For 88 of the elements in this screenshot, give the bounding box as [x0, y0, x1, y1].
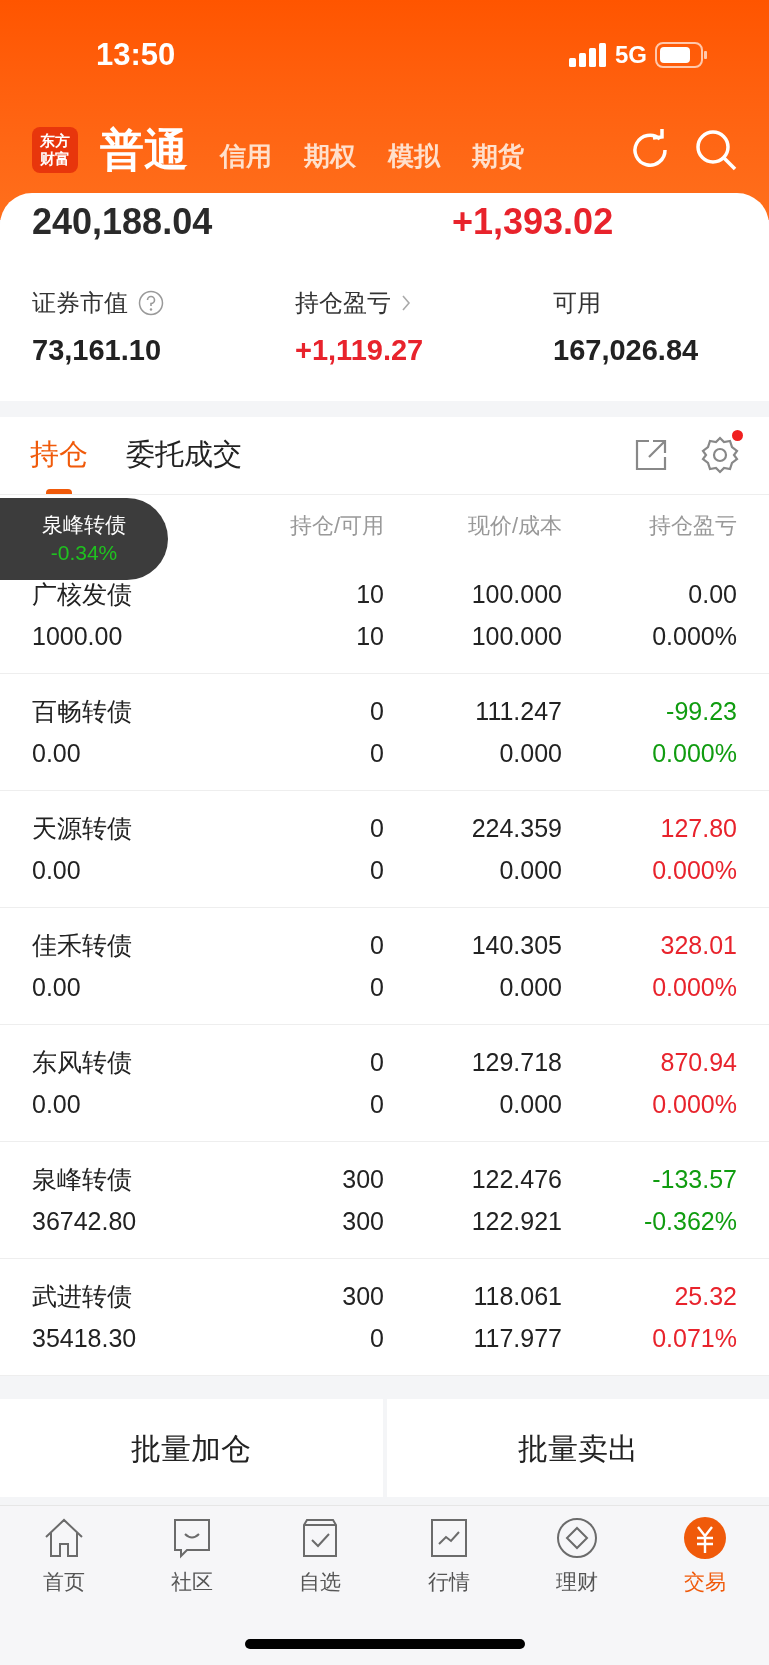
today-pnl: +1,393.02 [452, 200, 614, 244]
bond-name[interactable]: 天源转债 [32, 811, 232, 844]
section-tab[interactable]: 委托成交 [126, 416, 242, 494]
market-value-cell-text: 0.00 [32, 854, 82, 886]
stat-value: 167,026.84 [553, 333, 699, 368]
market-value-cell-text: 36742.80 [32, 1205, 138, 1237]
available-cell-text: 0 [369, 854, 384, 886]
stat-label: 持仓盈亏 [295, 288, 391, 318]
bond-name[interactable]: 泉峰转债 [32, 1162, 232, 1195]
bond-name[interactable]: 东风转债 [32, 1045, 232, 1078]
holding-cell-text: 0 [369, 695, 384, 727]
market-value-cell-text: 0.00 [32, 971, 82, 1003]
holding-cell-text: 10 [355, 578, 384, 610]
cost-cell-text: 0.000 [498, 737, 562, 769]
pnl-percent-cell-text: 0.000% [651, 1088, 737, 1120]
search-icon[interactable] [695, 129, 737, 171]
pnl-percent-cell-text: 0.000% [651, 854, 737, 886]
price-cell-text: 129.718 [470, 1046, 562, 1078]
bond-name[interactable]: 广核发债 [32, 577, 232, 610]
cost-cell-text: 0.000 [498, 971, 562, 1003]
column-header: 持仓盈亏 [648, 512, 737, 540]
batch-action-button[interactable]: 批量加仓 [0, 1399, 383, 1497]
network-label: 5G [615, 40, 647, 70]
pnl-cell-text: 870.94 [659, 1046, 737, 1078]
pnl-percent-cell-text: 0.000% [651, 971, 737, 1003]
pnl-cell-text: 25.32 [673, 1280, 737, 1312]
cost-cell-text: 122.921 [470, 1205, 562, 1237]
price-cell-text: 100.000 [470, 578, 562, 610]
stat-label: 证券市值 [32, 288, 128, 318]
pnl-cell-text: -99.23 [665, 695, 737, 727]
holding-cell-text: 300 [341, 1280, 384, 1312]
stat-label: 可用 [553, 288, 601, 318]
holding-cell-text: 300 [341, 1163, 384, 1195]
stat-value: 73,161.10 [32, 333, 162, 368]
pnl-percent-cell-text: -0.362% [642, 1205, 737, 1237]
cost-cell-text: 0.000 [498, 1088, 562, 1120]
market-value-cell-text: 0.00 [32, 737, 82, 769]
nav-tab[interactable]: 行情 [384, 1516, 513, 1598]
pnl-cell-text: 127.80 [659, 812, 737, 844]
available-cell-text: 0 [369, 737, 384, 769]
price-cell-text: 224.359 [470, 812, 562, 844]
pnl-cell-text: 0.00 [687, 578, 737, 610]
signal-icon [569, 43, 607, 67]
pnl-cell-text: 328.01 [659, 929, 737, 961]
settings-icon[interactable] [701, 436, 739, 474]
total-assets: 240,188.04 [32, 200, 214, 244]
column-header: 持仓/可用 [288, 512, 384, 540]
pnl-percent-cell-text: 0.000% [651, 737, 737, 769]
cost-cell-text: 0.000 [498, 854, 562, 886]
available-cell-text: 300 [341, 1205, 384, 1237]
available-cell-text: 0 [369, 1088, 384, 1120]
available-cell-text: 0 [369, 1322, 384, 1354]
nav-tab[interactable]: 首页 [0, 1516, 129, 1598]
available-cell-text: 0 [369, 971, 384, 1003]
nav-tab[interactable]: 理财 [512, 1516, 641, 1598]
holding-cell-text: 0 [369, 812, 384, 844]
holding-cell-text: 0 [369, 929, 384, 961]
pnl-percent-cell-text: 0.000% [651, 620, 737, 652]
app-logo: 东方财富 [32, 127, 78, 173]
available-cell-text: 10 [355, 620, 384, 652]
toast-title: 泉峰转债 [42, 512, 126, 538]
price-cell-text: 122.476 [470, 1163, 562, 1195]
cost-cell-text: 100.000 [470, 620, 562, 652]
yuan-icon [682, 1516, 727, 1560]
market-value-cell-text: 35418.30 [32, 1322, 138, 1354]
help-icon[interactable] [138, 290, 164, 316]
pnl-cell-text: -133.57 [651, 1163, 737, 1195]
batch-action-button[interactable]: 批量卖出 [386, 1399, 769, 1497]
market-value-cell-text: 1000.00 [32, 620, 124, 652]
chevron-icon[interactable] [401, 294, 411, 312]
price-cell-text: 111.247 [474, 695, 562, 727]
nav-tab[interactable]: 自选 [256, 1516, 385, 1598]
holding-cell-text: 0 [369, 1046, 384, 1078]
stat-value: +1,119.27 [295, 333, 425, 368]
battery-icon [655, 42, 707, 68]
bond-name[interactable]: 佳禾转债 [32, 928, 232, 961]
price-cell-text: 140.305 [470, 929, 562, 961]
toast-change: -0.34% [50, 540, 118, 566]
bond-name[interactable]: 百畅转债 [32, 694, 232, 727]
status-time: 13:50 [96, 35, 176, 74]
nav-tab[interactable]: 社区 [128, 1516, 257, 1598]
cost-cell-text: 117.977 [472, 1322, 562, 1354]
share-icon[interactable] [635, 439, 667, 471]
market-value-cell-text: 0.00 [32, 1088, 82, 1120]
column-header: 现价/成本 [466, 512, 562, 540]
pnl-percent-cell-text: 0.071% [651, 1322, 737, 1354]
price-cell-text: 118.061 [472, 1280, 562, 1312]
bond-name[interactable]: 武进转债 [32, 1279, 232, 1312]
